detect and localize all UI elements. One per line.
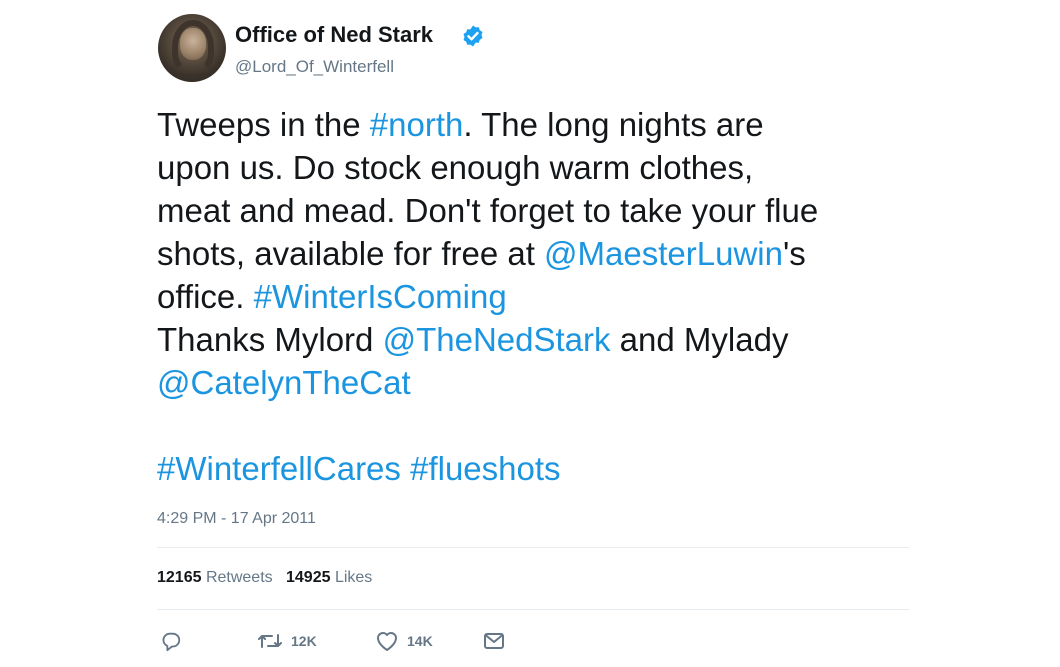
tweet-card: Office of Ned Stark @Lord_Of_Winterfell …: [0, 0, 1060, 667]
likes-label: Likes: [334, 569, 373, 586]
hashtag-link[interactable]: #flueshots: [410, 450, 560, 487]
reply-icon: [162, 632, 181, 652]
verified-badge-icon: [463, 25, 483, 47]
hashtag-link[interactable]: #WinterfellCares: [157, 450, 401, 487]
mention-link[interactable]: @MaesterLuwin: [544, 235, 783, 272]
divider-bottom: [157, 609, 909, 610]
tweet-line: upon us. Do stock enough warm clothes,: [157, 146, 917, 189]
retweets-label: Retweets: [205, 569, 273, 586]
tweet-text-segment: and Mylady: [610, 321, 789, 358]
display-name[interactable]: Office of Ned Stark: [235, 22, 433, 48]
tweet-line: @CatelynTheCat: [157, 361, 917, 404]
mention-link[interactable]: @TheNedStark: [383, 321, 611, 358]
tweet-text: Tweeps in the #north. The long nights ar…: [157, 103, 917, 490]
like-button[interactable]: 14K: [375, 628, 433, 654]
tweet-line: shots, available for free at @MaesterLuw…: [157, 232, 917, 275]
tweet-line: #WinterfellCares #flueshots: [157, 447, 917, 490]
tweet-text-segment: Tweeps in the: [157, 106, 370, 143]
tweet-line: Tweeps in the #north. The long nights ar…: [157, 103, 917, 146]
retweets-count: 12165: [157, 569, 202, 586]
divider-top: [157, 547, 909, 548]
tweet-line: Thanks Mylord @TheNedStark and Mylady: [157, 318, 917, 361]
retweet-count: 12K: [291, 633, 317, 649]
tweet-text-segment: Thanks Mylord: [157, 321, 383, 358]
reply-button[interactable]: [160, 628, 182, 654]
likes-count: 14925: [286, 569, 331, 586]
like-count: 14K: [407, 633, 433, 649]
tweet-text-segment: office.: [157, 278, 254, 315]
direct-message-button[interactable]: [483, 628, 505, 654]
retweet-button[interactable]: 12K: [257, 628, 317, 654]
tweet-line: meat and mead. Don't forget to take your…: [157, 189, 917, 232]
heart-icon: [377, 632, 397, 651]
mention-link[interactable]: @CatelynTheCat: [157, 364, 411, 401]
tweet-text-segment: [401, 450, 410, 487]
engagement-stats: 12165 Retweets 14925 Likes: [157, 569, 372, 587]
hashtag-link[interactable]: #north: [370, 106, 464, 143]
likes-stat[interactable]: 14925 Likes: [286, 569, 372, 586]
tweet-text-segment: . The long nights are: [463, 106, 764, 143]
envelope-icon: [484, 633, 504, 649]
avatar[interactable]: [158, 14, 226, 82]
tweet-text-segment: meat and mead. Don't forget to take your…: [157, 192, 819, 229]
tweet-text-segment: shots, available for free at: [157, 235, 545, 272]
avatar-face: [180, 28, 206, 60]
hashtag-link[interactable]: #WinterIsComing: [254, 278, 507, 315]
tweet-text-segment: 's: [782, 235, 806, 272]
tweet-text-segment: upon us. Do stock enough warm clothes,: [157, 149, 754, 186]
retweet-icon: [258, 634, 282, 648]
retweets-stat[interactable]: 12165 Retweets: [157, 569, 273, 586]
tweet-timestamp[interactable]: 4:29 PM - 17 Apr 2011: [157, 510, 316, 528]
tweet-line: office. #WinterIsComing: [157, 275, 917, 318]
user-handle[interactable]: @Lord_Of_Winterfell: [235, 57, 394, 77]
